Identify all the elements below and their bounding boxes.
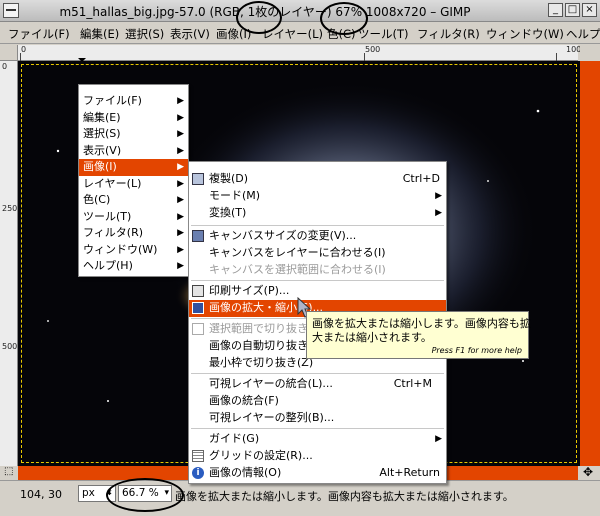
img-item-merge-visible[interactable]: 可視レイヤーの統合(L)... Ctrl+M bbox=[189, 376, 446, 393]
vruler-label-250: 250 bbox=[2, 204, 18, 213]
ctx-item-tools[interactable]: ツール(T) ▶ bbox=[79, 209, 188, 226]
submenu-arrow-icon: ▶ bbox=[435, 208, 442, 218]
img-item-guides[interactable]: ガイド(G) ▶ bbox=[189, 431, 446, 448]
img-item-canvas-size[interactable]: キャンバスサイズの変更(V)... bbox=[189, 228, 446, 245]
menu-bar: ファイル(F) 編集(E) 選択(S) 表示(V) 画像(I) レイヤー(L) … bbox=[0, 22, 600, 44]
submenu-arrow-icon: ▶ bbox=[177, 244, 184, 255]
img-item-print-size[interactable]: 印刷サイズ(P)... bbox=[189, 283, 446, 300]
annotation-circle-rgb bbox=[236, 1, 282, 34]
img-item-fit-canvas-to-selection: キャンバスを選択範囲に合わせる(I) bbox=[209, 263, 386, 276]
img-item-configure-grid[interactable]: グリッドの設定(R)... bbox=[189, 448, 446, 465]
navigate-icon[interactable]: ✥ bbox=[583, 465, 593, 479]
ctx-item-edit[interactable]: 編集(E) ▶ bbox=[79, 110, 188, 127]
crop-icon bbox=[192, 323, 204, 335]
canvas-size-icon bbox=[192, 230, 204, 242]
img-item-duplicate[interactable]: 複製(D) Ctrl+D bbox=[189, 171, 446, 188]
img-item-image-properties[interactable]: i 画像の情報(O) Alt+Return bbox=[189, 465, 446, 482]
scale-image-icon bbox=[192, 302, 204, 314]
img-item-fit-canvas-to-layers[interactable]: キャンバスをレイヤーに合わせる(I) bbox=[189, 245, 446, 262]
submenu-arrow-icon: ▶ bbox=[435, 434, 442, 444]
context-menu: ファイル(F) ▶ 編集(E) ▶ 選択(S) ▶ 表示(V) ▶ 画像(I) ▶ レイヤ… bbox=[78, 84, 189, 277]
menu-tools[interactable]: ツール(T) bbox=[358, 26, 409, 42]
ctx-item-select[interactable]: 選択(S) ▶ bbox=[79, 126, 188, 143]
menu-windows[interactable]: ウィンドウ(W) bbox=[486, 26, 564, 42]
vertical-scrollbar[interactable] bbox=[580, 61, 600, 466]
unit-value: px bbox=[82, 487, 95, 499]
hruler-label-500: 500 bbox=[365, 45, 381, 54]
img-item-align-layers[interactable]: 可視レイヤーの整列(B)... bbox=[189, 410, 446, 427]
duplicate-icon bbox=[192, 173, 204, 185]
submenu-arrow-icon: ▶ bbox=[177, 145, 184, 156]
menu-separator bbox=[191, 225, 444, 226]
submenu-arrow-icon: ▶ bbox=[177, 162, 184, 172]
submenu-arrow-icon: ▶ bbox=[177, 129, 184, 139]
submenu-arrow-icon: ▶ bbox=[177, 211, 184, 222]
ctx-item-help[interactable]: ヘルプ(H) ▶ bbox=[79, 258, 188, 275]
tooltip-help-hint: Press F1 for more help bbox=[431, 346, 522, 355]
info-icon: i bbox=[192, 467, 204, 479]
annotation-circle-zoom-status bbox=[106, 478, 184, 512]
status-message: 画像を拡大または縮小します。画像内容も拡大または縮小されます。 bbox=[175, 490, 514, 503]
menu-select[interactable]: 選択(S) bbox=[125, 26, 164, 42]
pointer-coordinates: 104, 30 bbox=[20, 488, 62, 501]
menu-filters[interactable]: フィルタ(R) bbox=[417, 26, 480, 42]
menu-separator bbox=[191, 428, 444, 429]
hruler-label-0: 0 bbox=[21, 45, 27, 54]
submenu-arrow-icon: ▶ bbox=[177, 195, 184, 205]
vruler-label-500: 500 bbox=[2, 342, 18, 351]
quick-mask-icon[interactable]: ⬚ bbox=[4, 466, 13, 477]
menu-separator bbox=[191, 280, 444, 281]
vruler-label-0: 0 bbox=[2, 62, 8, 71]
img-item-mode[interactable]: モード(M) ▶ bbox=[189, 188, 446, 205]
menu-separator bbox=[191, 373, 444, 374]
submenu-arrow-icon: ▶ bbox=[435, 191, 442, 201]
print-size-icon bbox=[192, 285, 204, 297]
horizontal-ruler[interactable]: 0 500 1000 bbox=[18, 45, 586, 62]
submenu-arrow-icon: ▶ bbox=[177, 96, 184, 106]
tooltip-text-line2: 大または縮小されます。 bbox=[312, 331, 432, 344]
submenu-arrow-icon: ▶ bbox=[177, 112, 184, 123]
ctx-item-windows[interactable]: ウィンドウ(W) ▶ bbox=[79, 242, 188, 259]
quick-mask-toggle[interactable] bbox=[580, 45, 600, 61]
grid-icon bbox=[192, 450, 204, 462]
menu-edit[interactable]: 編集(E) bbox=[80, 26, 119, 42]
ctx-item-filters[interactable]: フィルタ(R) ▶ bbox=[79, 225, 188, 242]
vertical-ruler[interactable]: 0 250 500 bbox=[0, 61, 18, 466]
menu-file[interactable]: ファイル(F) bbox=[8, 26, 70, 42]
ctx-item-image[interactable]: 画像(I) ▶ bbox=[79, 159, 188, 176]
title-bar: m51_hallas_big.jpg-57.0 (RGB, 1枚のレイヤー) 6… bbox=[0, 0, 600, 22]
maximize-button[interactable]: □ bbox=[565, 3, 580, 17]
submenu-arrow-icon: ▶ bbox=[177, 228, 184, 238]
ctx-item-layer[interactable]: レイヤー(L) ▶ bbox=[79, 176, 188, 193]
annotation-circle-zoom-title bbox=[320, 2, 368, 35]
img-item-transform[interactable]: 変換(T) ▶ bbox=[189, 205, 446, 222]
close-button[interactable]: × bbox=[582, 3, 597, 17]
submenu-arrow-icon: ▶ bbox=[177, 178, 184, 189]
menu-help[interactable]: ヘルプ bbox=[566, 26, 600, 42]
tooltip: 画像を拡大または縮小します。画像内容も拡 大または縮小されます。 Press F… bbox=[306, 311, 531, 359]
ctx-item-file[interactable]: ファイル(F) ▶ bbox=[79, 93, 188, 110]
img-item-flatten[interactable]: 画像の統合(F) bbox=[189, 393, 446, 410]
ctx-item-view[interactable]: 表示(V) ▶ bbox=[79, 143, 188, 160]
ctx-item-color[interactable]: 色(C) ▶ bbox=[79, 192, 188, 209]
status-bar: 104, 30 px ⬍ 66.7 % ▾ 画像を拡大または縮小します。画像内容… bbox=[0, 480, 600, 516]
menu-view[interactable]: 表示(V) bbox=[170, 26, 210, 42]
minimize-button[interactable]: _ bbox=[548, 3, 563, 17]
ruler-corner-button[interactable] bbox=[0, 45, 18, 61]
submenu-arrow-icon: ▶ bbox=[177, 261, 184, 271]
